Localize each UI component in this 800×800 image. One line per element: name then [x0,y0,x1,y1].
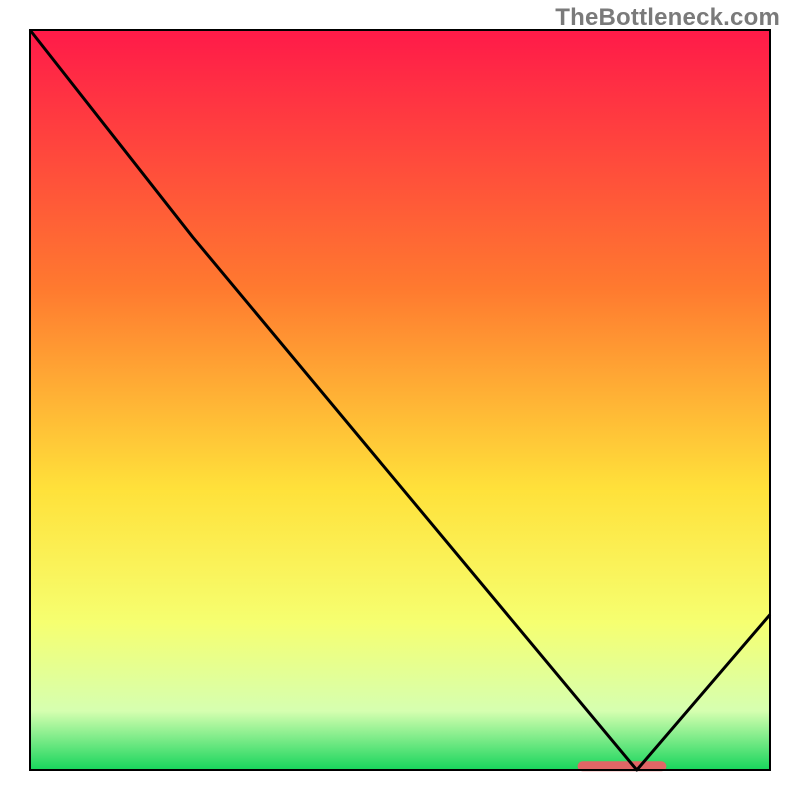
watermark-text: TheBottleneck.com [555,4,780,32]
plot-background [30,30,770,770]
bottleneck-chart [0,0,800,800]
chart-stage: TheBottleneck.com [0,0,800,800]
